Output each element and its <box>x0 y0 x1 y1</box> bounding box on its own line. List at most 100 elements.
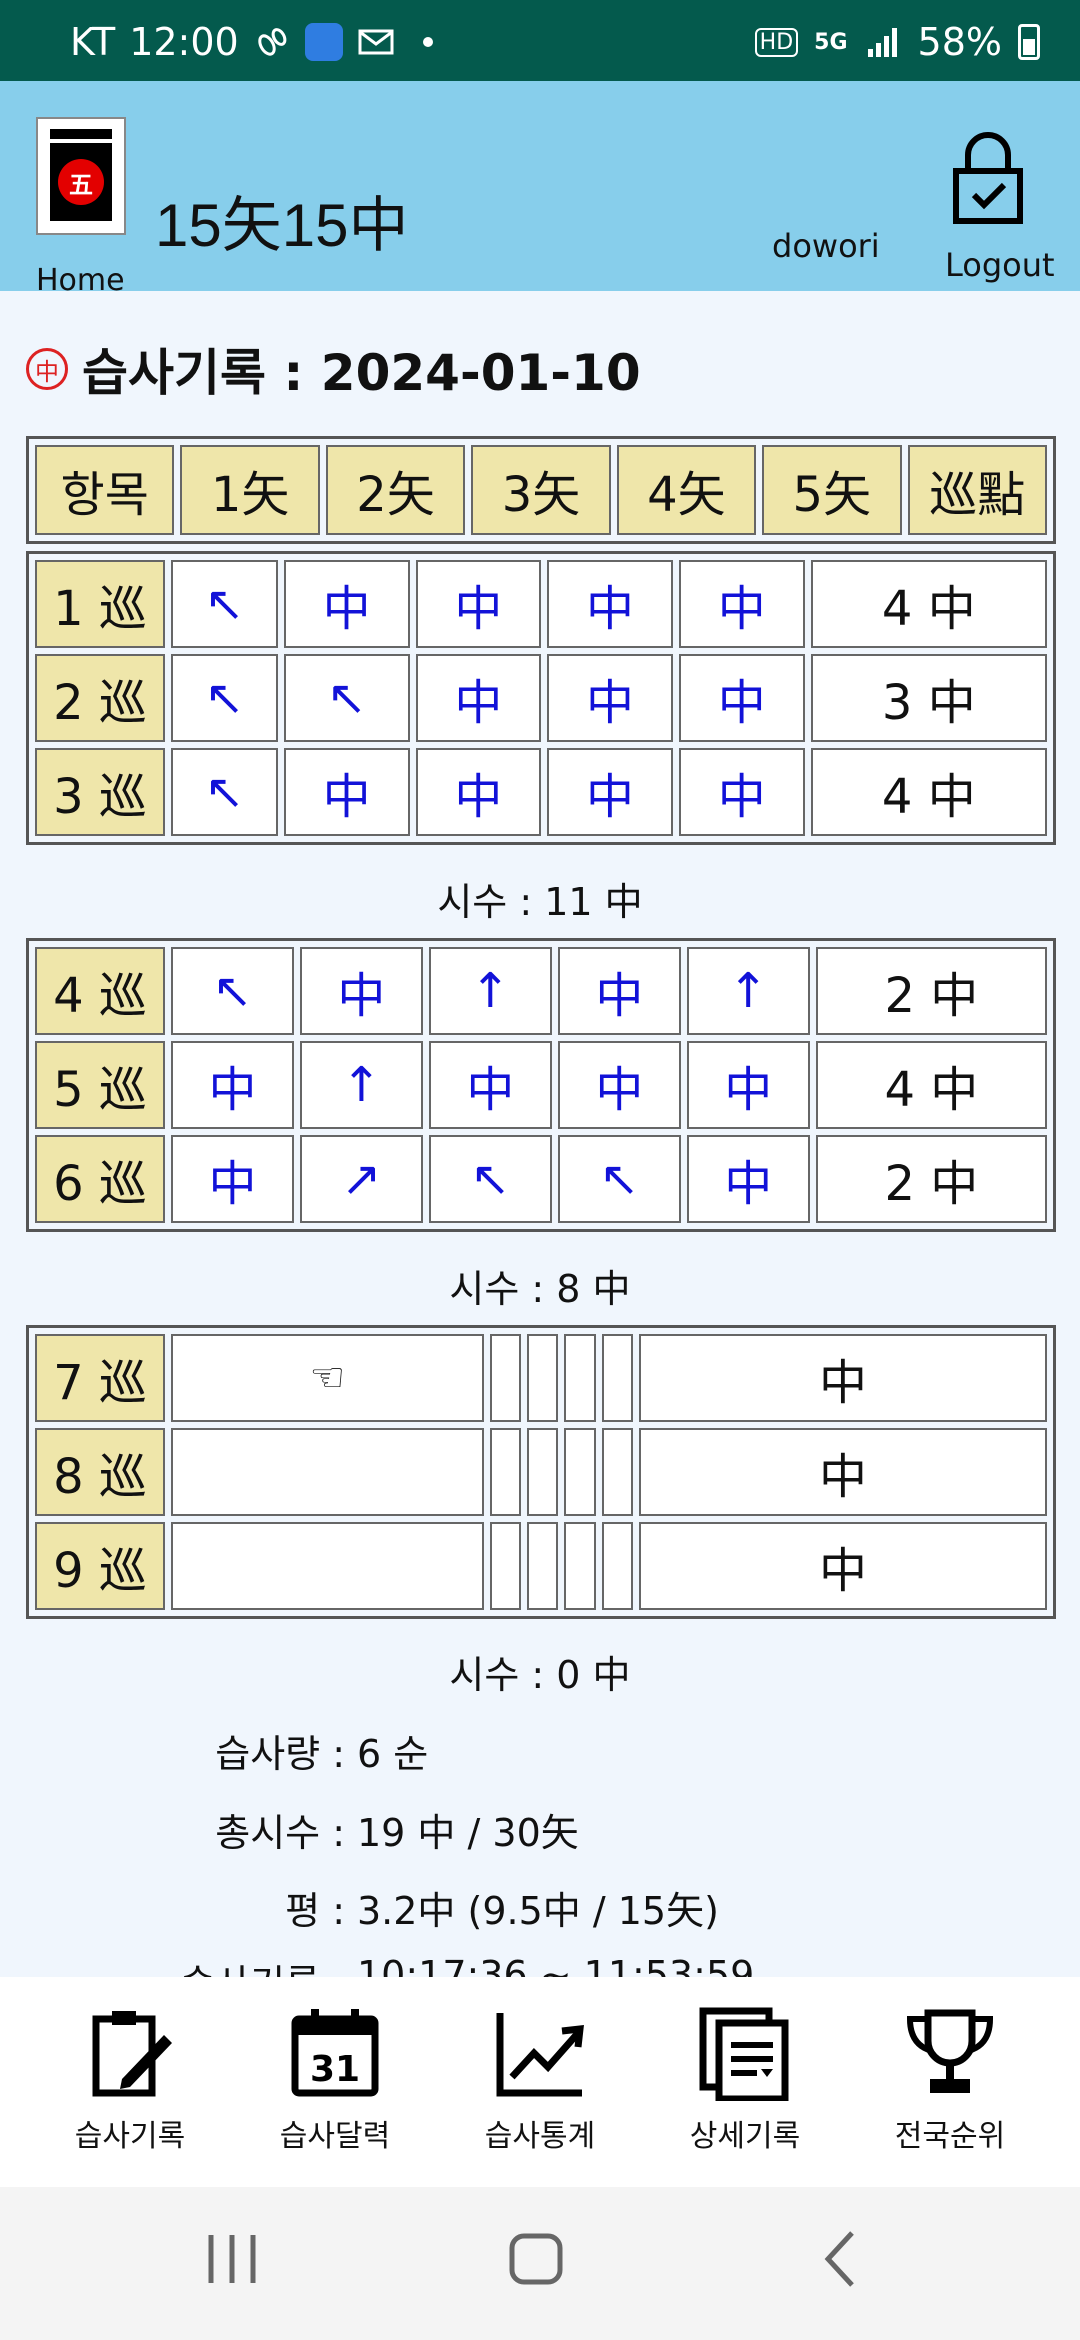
nav-detail-record[interactable]: 상세기록 <box>645 2005 845 2155</box>
shot-cell[interactable]: ↑ <box>299 1041 423 1129</box>
shot-cell[interactable] <box>171 1428 484 1516</box>
page-title: 습사기록 : 2024-01-10 <box>82 344 641 402</box>
shot-cell[interactable] <box>564 1428 596 1516</box>
round-label: 2 巡 <box>35 654 165 742</box>
shot-cell[interactable]: 中 <box>171 1041 294 1129</box>
shot-cell[interactable]: 中 <box>557 947 681 1035</box>
username: dowori <box>772 227 880 265</box>
shot-cell[interactable]: ↖ <box>171 654 278 742</box>
shot-cell[interactable]: 中 <box>428 1041 552 1129</box>
shot-cell[interactable] <box>526 1428 559 1516</box>
shot-cell[interactable]: ↖ <box>428 1135 552 1223</box>
round-score: 3 中 <box>810 654 1047 742</box>
logout-button[interactable]: Logout <box>945 246 1055 284</box>
lock-icon[interactable] <box>952 129 1024 225</box>
shot-cell[interactable]: 中 <box>557 1041 681 1129</box>
subtotal-group-1: 시수 : 11 中 <box>437 880 643 924</box>
shot-cell[interactable]: 中 <box>678 748 805 836</box>
mail-icon <box>358 29 394 55</box>
score-group-3: 7 巡 ☜ 中 8 巡 中 9 巡 中 <box>26 1325 1056 1619</box>
hit-mark-icon: 中 <box>26 348 68 390</box>
shot-cell[interactable]: 中 <box>283 560 410 648</box>
table-row: 4 巡 ↖ 中 ↑ 中 ↑ 2 中 <box>35 947 1047 1035</box>
table-row: 6 巡 中 ↗ ↖ ↖ 中 2 中 <box>35 1135 1047 1223</box>
round-label: 3 巡 <box>35 748 165 836</box>
stat-value: 19 中 / 30矢 <box>357 1811 579 1855</box>
shot-cell-current[interactable]: ☜ <box>171 1334 484 1422</box>
shot-cell[interactable]: 中 <box>678 560 805 648</box>
shot-cell[interactable]: 中 <box>547 654 673 742</box>
shot-cell[interactable]: ↗ <box>299 1135 423 1223</box>
round-score: 2 中 <box>815 1135 1047 1223</box>
shot-cell[interactable]: 中 <box>415 654 542 742</box>
score-group-2: 4 巡 ↖ 中 ↑ 中 ↑ 2 中 5 巡 中 ↑ 中 中 中 4 中 6 巡 … <box>26 938 1056 1232</box>
shot-cell[interactable] <box>601 1334 634 1422</box>
bottom-navigation: 습사기록 31 습사달력 습사통계 상세기록 전국순위 <box>0 1977 1080 2187</box>
stat-label: 총시수 : <box>215 1811 345 1855</box>
app-icon <box>304 23 343 61</box>
system-navigation <box>0 2187 1080 2340</box>
home-logo-button[interactable]: 五 <box>36 117 126 235</box>
shot-cell[interactable]: 中 <box>547 560 673 648</box>
dot-icon <box>422 37 433 47</box>
shot-cell[interactable]: ↖ <box>171 947 294 1035</box>
nav-practice-calendar[interactable]: 31 습사달력 <box>235 2005 435 2155</box>
nav-practice-stats[interactable]: 습사통계 <box>440 2005 640 2155</box>
table-row: 5 巡 中 ↑ 中 中 中 4 中 <box>35 1041 1047 1129</box>
home-icon[interactable] <box>508 2229 564 2289</box>
recent-apps-icon[interactable] <box>205 2229 259 2289</box>
shot-cell[interactable]: ↖ <box>171 560 278 648</box>
shot-cell[interactable] <box>526 1334 559 1422</box>
round-label: 9 巡 <box>35 1522 165 1610</box>
stat-label: 습사기록 : <box>180 1953 345 1977</box>
round-label: 5 巡 <box>35 1041 165 1129</box>
nav-label: 상세기록 <box>689 2119 801 2154</box>
shot-cell[interactable]: ↖ <box>557 1135 681 1223</box>
round-score: 4 中 <box>815 1041 1047 1129</box>
shot-cell[interactable]: 中 <box>678 654 805 742</box>
round-label: 8 巡 <box>35 1428 165 1516</box>
shot-cell[interactable] <box>489 1522 521 1610</box>
round-score: 4 中 <box>810 748 1047 836</box>
round-score: 中 <box>639 1522 1047 1610</box>
score-group-1: 1 巡 ↖ 中 中 中 中 4 中 2 巡 ↖ ↖ 中 中 中 3 中 3 巡 … <box>26 551 1056 845</box>
nav-national-ranking[interactable]: 전국순위 <box>850 2005 1050 2155</box>
shot-cell[interactable]: ↑ <box>428 947 552 1035</box>
shot-cell[interactable] <box>601 1522 634 1610</box>
shot-cell[interactable] <box>526 1522 559 1610</box>
shot-cell[interactable]: ↖ <box>171 748 278 836</box>
battery-icon <box>1018 24 1040 60</box>
back-icon[interactable] <box>820 2229 860 2289</box>
nav-practice-record[interactable]: 습사기록 <box>30 2005 230 2155</box>
app-header: 五 Home 15矢15中 dowori Logout <box>0 81 1080 298</box>
shot-cell[interactable] <box>601 1428 634 1516</box>
shot-cell[interactable] <box>489 1428 521 1516</box>
line-chart-icon <box>496 2013 584 2097</box>
shot-cell[interactable] <box>489 1334 521 1422</box>
shot-cell[interactable]: 中 <box>547 748 673 836</box>
nav-label: 습사기록 <box>74 2119 186 2154</box>
shot-cell[interactable] <box>564 1522 596 1610</box>
carrier-label: KT <box>70 20 116 64</box>
page-heading: 中 습사기록 : 2024-01-10 <box>26 333 641 405</box>
score-table-header: 항목 1矢 2矢 3矢 4矢 5矢 巡點 <box>26 436 1056 544</box>
shot-cell[interactable]: 中 <box>686 1135 810 1223</box>
table-row: 7 巡 ☜ 中 <box>35 1334 1047 1422</box>
round-label: 6 巡 <box>35 1135 165 1223</box>
trophy-icon <box>906 2009 994 2093</box>
shot-cell[interactable]: 中 <box>299 947 423 1035</box>
shot-cell[interactable]: 中 <box>171 1135 294 1223</box>
shot-cell[interactable]: ↖ <box>283 654 410 742</box>
shot-cell[interactable]: ↑ <box>686 947 810 1035</box>
shot-cell[interactable] <box>564 1334 596 1422</box>
header-cell-round-score: 巡點 <box>907 445 1047 535</box>
shot-cell[interactable]: 中 <box>415 748 542 836</box>
table-row: 2 巡 ↖ ↖ 中 中 中 3 中 <box>35 654 1047 742</box>
shot-cell[interactable]: 中 <box>283 748 410 836</box>
logo-emblem: 五 <box>58 159 104 205</box>
status-bar: KT 12:00 HD 5G 58% <box>0 0 1080 81</box>
round-score: 中 <box>639 1334 1047 1422</box>
shot-cell[interactable]: 中 <box>415 560 542 648</box>
shot-cell[interactable]: 中 <box>686 1041 810 1129</box>
shot-cell[interactable] <box>171 1522 484 1610</box>
